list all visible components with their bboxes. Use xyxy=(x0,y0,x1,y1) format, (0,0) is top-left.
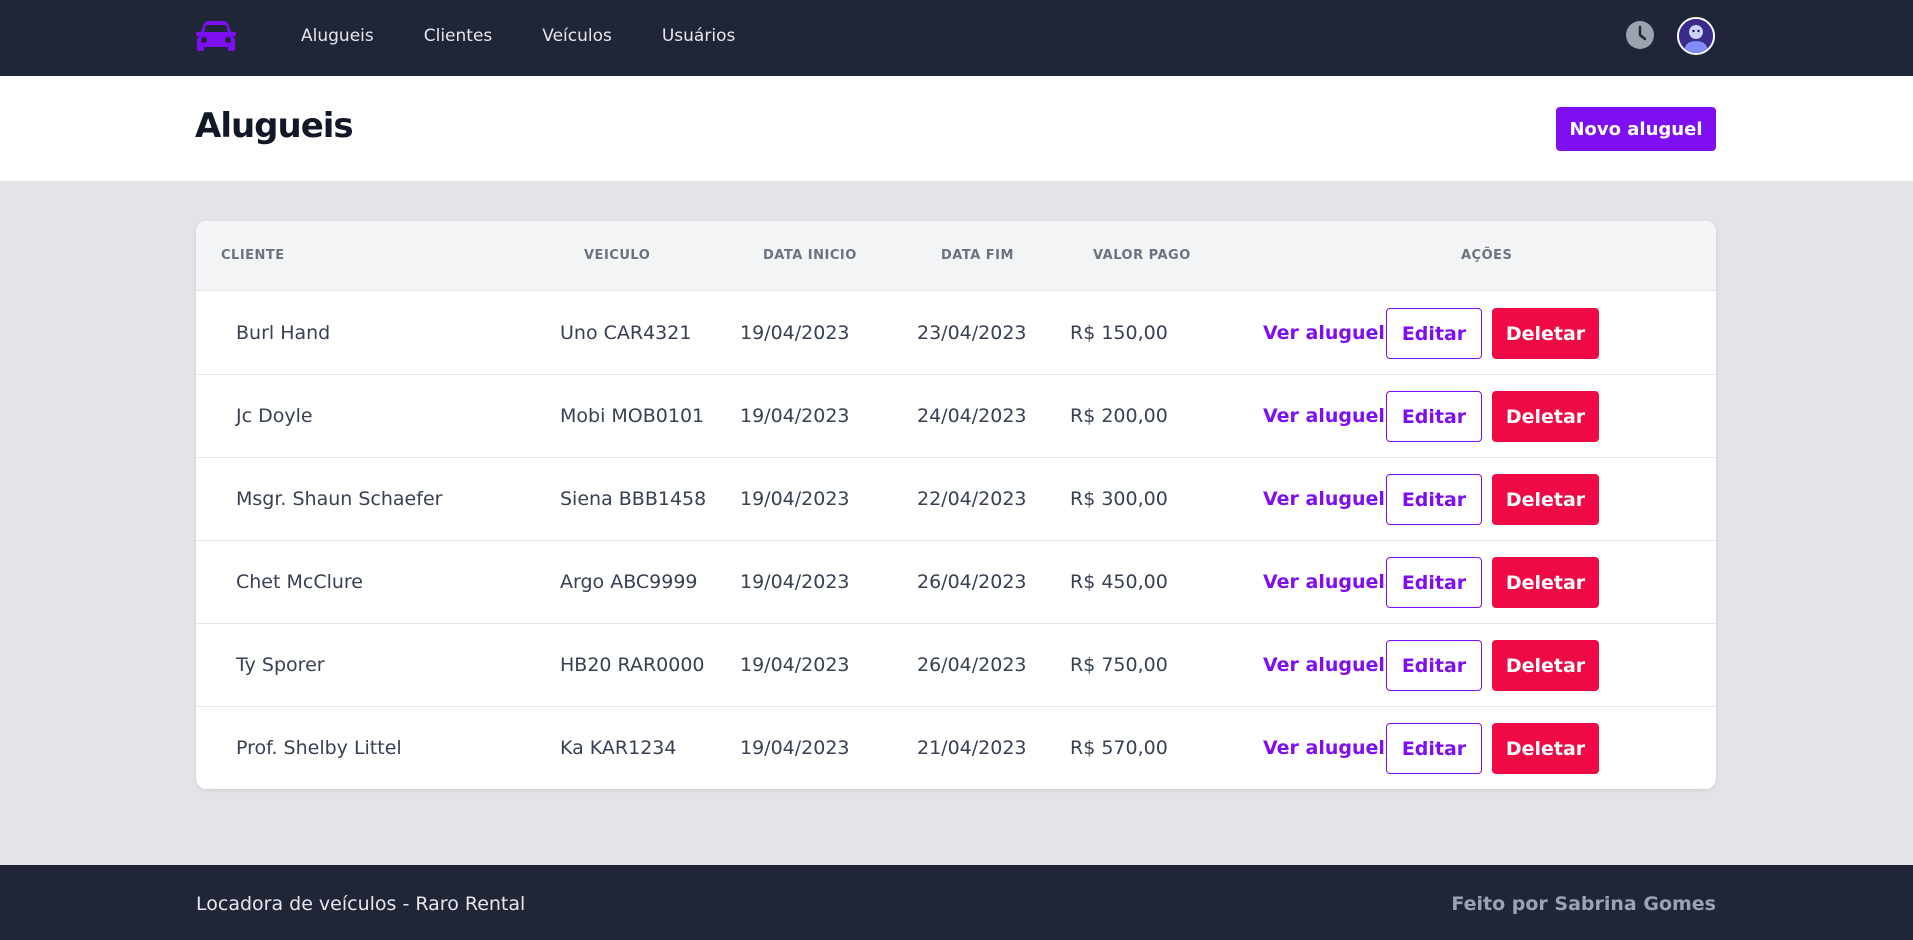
cell-data-fim: 21/04/2023 xyxy=(917,737,1027,759)
table-header: CLIENTE VEICULO DATA INICIO DATA FIM VAL… xyxy=(196,221,1716,291)
column-header-cliente: CLIENTE xyxy=(221,248,285,263)
table-row: Chet McClure Argo ABC9999 19/04/2023 26/… xyxy=(196,541,1716,624)
cell-veiculo: Argo ABC9999 xyxy=(560,571,698,593)
cell-data-inicio: 19/04/2023 xyxy=(740,405,850,427)
cell-data-inicio: 19/04/2023 xyxy=(740,488,850,510)
table-row: Ty Sporer HB20 RAR0000 19/04/2023 26/04/… xyxy=(196,624,1716,707)
cell-veiculo: Siena BBB1458 xyxy=(560,488,707,510)
cell-data-fim: 22/04/2023 xyxy=(917,488,1027,510)
column-header-data-fim: DATA FIM xyxy=(941,248,1014,263)
nav-links: Alugueis Clientes Veículos Usuários xyxy=(301,0,785,72)
nav-link-veiculos[interactable]: Veículos xyxy=(542,26,612,46)
edit-button[interactable]: Editar xyxy=(1386,308,1482,359)
cell-valor-pago: R$ 570,00 xyxy=(1070,737,1168,759)
view-rental-link[interactable]: Ver aluguel xyxy=(1263,322,1385,344)
avatar-image-icon xyxy=(1679,19,1713,53)
column-header-valor-pago: VALOR PAGO xyxy=(1093,248,1191,263)
cell-valor-pago: R$ 750,00 xyxy=(1070,654,1168,676)
view-rental-link[interactable]: Ver aluguel xyxy=(1263,405,1385,427)
cell-data-fim: 26/04/2023 xyxy=(917,571,1027,593)
column-header-acoes: AÇÕES xyxy=(1461,248,1513,263)
page-title: Alugueis xyxy=(195,106,354,146)
view-rental-link[interactable]: Ver aluguel xyxy=(1263,654,1385,676)
new-rental-button[interactable]: Novo aluguel xyxy=(1556,107,1716,151)
cell-valor-pago: R$ 150,00 xyxy=(1070,322,1168,344)
cell-data-fim: 23/04/2023 xyxy=(917,322,1027,344)
view-rental-link[interactable]: Ver aluguel xyxy=(1263,737,1385,759)
cell-veiculo: Mobi MOB0101 xyxy=(560,405,705,427)
cell-cliente: Jc Doyle xyxy=(236,405,313,427)
page-footer: Locadora de veículos - Raro Rental Feito… xyxy=(0,865,1913,940)
delete-button[interactable]: Deletar xyxy=(1492,391,1599,442)
cell-data-fim: 26/04/2023 xyxy=(917,654,1027,676)
car-icon[interactable] xyxy=(195,19,237,53)
column-header-data-inicio: DATA INICIO xyxy=(763,248,857,263)
cell-data-inicio: 19/04/2023 xyxy=(740,322,850,344)
cell-veiculo: Uno CAR4321 xyxy=(560,322,692,344)
cell-data-inicio: 19/04/2023 xyxy=(740,654,850,676)
clock-icon[interactable] xyxy=(1625,20,1655,50)
nav-link-usuarios[interactable]: Usuários xyxy=(662,26,735,46)
cell-data-inicio: 19/04/2023 xyxy=(740,737,850,759)
edit-button[interactable]: Editar xyxy=(1386,723,1482,774)
top-navbar: Alugueis Clientes Veículos Usuários xyxy=(0,0,1913,76)
footer-author-text: Feito por Sabrina Gomes xyxy=(1451,893,1716,915)
delete-button[interactable]: Deletar xyxy=(1492,308,1599,359)
edit-button[interactable]: Editar xyxy=(1386,557,1482,608)
table-row: Jc Doyle Mobi MOB0101 19/04/2023 24/04/2… xyxy=(196,375,1716,458)
column-header-veiculo: VEICULO xyxy=(584,248,651,263)
user-avatar[interactable] xyxy=(1677,17,1715,55)
delete-button[interactable]: Deletar xyxy=(1492,557,1599,608)
table-row: Msgr. Shaun Schaefer Siena BBB1458 19/04… xyxy=(196,458,1716,541)
edit-button[interactable]: Editar xyxy=(1386,474,1482,525)
cell-data-fim: 24/04/2023 xyxy=(917,405,1027,427)
edit-button[interactable]: Editar xyxy=(1386,640,1482,691)
cell-veiculo: Ka KAR1234 xyxy=(560,737,677,759)
cell-cliente: Prof. Shelby Littel xyxy=(236,737,402,759)
cell-valor-pago: R$ 300,00 xyxy=(1070,488,1168,510)
footer-company-text: Locadora de veículos - Raro Rental xyxy=(196,893,526,915)
delete-button[interactable]: Deletar xyxy=(1492,723,1599,774)
nav-link-clientes[interactable]: Clientes xyxy=(424,26,493,46)
cell-cliente: Ty Sporer xyxy=(236,654,325,676)
cell-valor-pago: R$ 450,00 xyxy=(1070,571,1168,593)
delete-button[interactable]: Deletar xyxy=(1492,640,1599,691)
delete-button[interactable]: Deletar xyxy=(1492,474,1599,525)
rentals-table: CLIENTE VEICULO DATA INICIO DATA FIM VAL… xyxy=(196,221,1716,789)
cell-valor-pago: R$ 200,00 xyxy=(1070,405,1168,427)
cell-data-inicio: 19/04/2023 xyxy=(740,571,850,593)
edit-button[interactable]: Editar xyxy=(1386,391,1482,442)
table-row: Prof. Shelby Littel Ka KAR1234 19/04/202… xyxy=(196,707,1716,789)
cell-veiculo: HB20 RAR0000 xyxy=(560,654,705,676)
view-rental-link[interactable]: Ver aluguel xyxy=(1263,571,1385,593)
view-rental-link[interactable]: Ver aluguel xyxy=(1263,488,1385,510)
cell-cliente: Burl Hand xyxy=(236,322,331,344)
table-row: Burl Hand Uno CAR4321 19/04/2023 23/04/2… xyxy=(196,292,1716,375)
cell-cliente: Msgr. Shaun Schaefer xyxy=(236,488,443,510)
nav-link-alugueis[interactable]: Alugueis xyxy=(301,26,374,46)
cell-cliente: Chet McClure xyxy=(236,571,363,593)
